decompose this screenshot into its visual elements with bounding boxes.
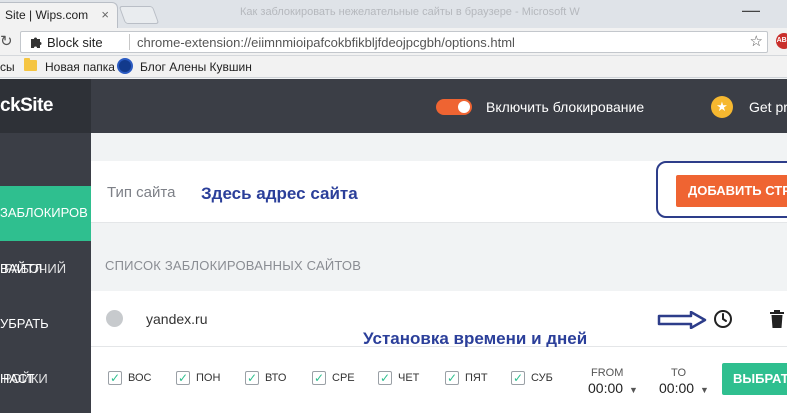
- logo-area: ckSite: [0, 79, 91, 133]
- day-sat-checkbox[interactable]: ✓ СУБ: [511, 371, 553, 387]
- extension-puzzle-icon: [31, 37, 42, 48]
- bookmark-star-icon[interactable]: ☆: [750, 32, 763, 50]
- arrow-right-icon: [657, 311, 707, 329]
- blocked-site-url: yandex.ru: [146, 311, 208, 327]
- day-wed-checkbox[interactable]: ✓ СРЕ: [312, 371, 355, 387]
- folder-icon: [24, 58, 37, 71]
- sidebar-item-whitelist[interactable]: ВАЙТЛ РАБОЧИЙ: [0, 241, 91, 296]
- from-label: FROM: [591, 367, 624, 379]
- bookmark-item[interactable]: сы: [0, 60, 15, 74]
- trash-icon[interactable]: [769, 309, 785, 329]
- toggle-knob: [458, 101, 470, 113]
- annotation-time: Установка времени и дней: [363, 329, 588, 348]
- get-pro-link[interactable]: Get pr: [749, 99, 787, 115]
- sidebar: ЗАБЛОКИРОВ ВАЙТЛ РАБОЧИЙ УБРАТЬ НАСТ РОЙ…: [0, 133, 91, 413]
- sidebar-item-label-overlap: РАБОЧИЙ: [4, 261, 67, 276]
- sidebar-item-label: УБРАТЬ: [0, 316, 49, 331]
- globe-icon: [106, 310, 123, 327]
- to-time-select[interactable]: 00:00 ▼: [659, 380, 709, 396]
- toggle-label: Включить блокирование: [486, 99, 645, 115]
- day-fri-checkbox[interactable]: ✓ ПЯТ: [445, 371, 488, 387]
- tab-title: Site | Wips.com: [5, 8, 89, 22]
- app-logo: ckSite: [0, 95, 53, 116]
- browser-tab[interactable]: Site | Wips.com ×: [0, 2, 118, 28]
- toolbar: ↻ Block site chrome-extension://eiimnmio…: [0, 28, 787, 56]
- address-bar[interactable]: Block site chrome-extension://eiimnmioip…: [20, 31, 768, 53]
- add-site-row: Тип сайта Здесь адрес сайта ДОБАВИТЬ СТР: [91, 161, 787, 223]
- to-label: TO: [671, 367, 687, 379]
- bookmark-item[interactable]: Блог Алены Кувшин: [140, 60, 252, 74]
- window-title-ghost: Как заблокировать нежелательные сайты в …: [240, 6, 580, 18]
- site-name: Block site: [47, 35, 103, 50]
- tab-close-icon[interactable]: ×: [101, 7, 109, 22]
- minimize-icon[interactable]: —: [742, 0, 760, 21]
- adblock-extension-icon[interactable]: ABP: [776, 33, 787, 49]
- sidebar-item-settings[interactable]: НАСТ РОЙКИ: [0, 351, 91, 406]
- sidebar-item-blocked[interactable]: ЗАБЛОКИРОВ: [0, 186, 91, 241]
- sidebar-item-remove[interactable]: УБРАТЬ: [0, 296, 91, 351]
- main-content: Тип сайта Здесь адрес сайта ДОБАВИТЬ СТР…: [91, 133, 787, 413]
- day-tue-checkbox[interactable]: ✓ ВТО: [245, 371, 286, 387]
- caret-down-icon: ▼: [629, 385, 638, 395]
- list-title: СПИСОК ЗАБЛОКИРОВАННЫХ САЙТОВ: [105, 258, 362, 273]
- blocking-toggle[interactable]: [436, 99, 472, 115]
- url-divider: [129, 34, 130, 50]
- clock-icon[interactable]: [713, 309, 733, 329]
- day-mon-checkbox[interactable]: ✓ ПОН: [176, 371, 220, 387]
- globe-icon: [117, 58, 133, 74]
- bookmarks-bar: сы Новая папка Блог Алены Кувшин: [0, 56, 787, 78]
- reload-icon[interactable]: ↻: [0, 32, 13, 50]
- annotation-address: Здесь адрес сайта: [201, 184, 358, 203]
- url-text[interactable]: chrome-extension://eiimnmioipafcokbfikbl…: [137, 35, 515, 50]
- site-input[interactable]: Тип сайта: [107, 184, 175, 201]
- list-header: СПИСОК ЗАБЛОКИРОВАННЫХ САЙТОВ: [91, 223, 787, 291]
- tab-strip: Site | Wips.com × Как заблокировать неже…: [0, 0, 787, 28]
- sidebar-item-label-overlap: РОЙКИ: [3, 371, 48, 386]
- premium-star-icon[interactable]: ★: [711, 96, 733, 118]
- list-item: yandex.ru Установка времени и дней: [91, 291, 787, 348]
- add-site-button[interactable]: ДОБАВИТЬ СТР: [676, 175, 787, 207]
- new-tab-button[interactable]: [118, 6, 160, 24]
- day-sun-checkbox[interactable]: ✓ ВОС: [108, 371, 151, 387]
- app-header: ckSite Включить блокирование ★ Get pr: [0, 79, 787, 133]
- schedule-row: ✓ ВОС ✓ ПОН ✓ ВТО ✓ СРЕ ✓ ЧЕТ ✓ ПЯТ ✓ СУБ FROM …: [91, 347, 787, 413]
- sidebar-item-label: ЗАБЛОКИРОВ: [0, 205, 88, 220]
- bookmark-folder[interactable]: Новая папка: [45, 60, 115, 74]
- caret-down-icon: ▼: [700, 385, 709, 395]
- from-time-select[interactable]: 00:00 ▼: [588, 380, 638, 396]
- spacer: [91, 133, 787, 161]
- select-button[interactable]: ВЫБРАТЬ: [722, 363, 787, 395]
- day-thu-checkbox[interactable]: ✓ ЧЕТ: [378, 371, 419, 387]
